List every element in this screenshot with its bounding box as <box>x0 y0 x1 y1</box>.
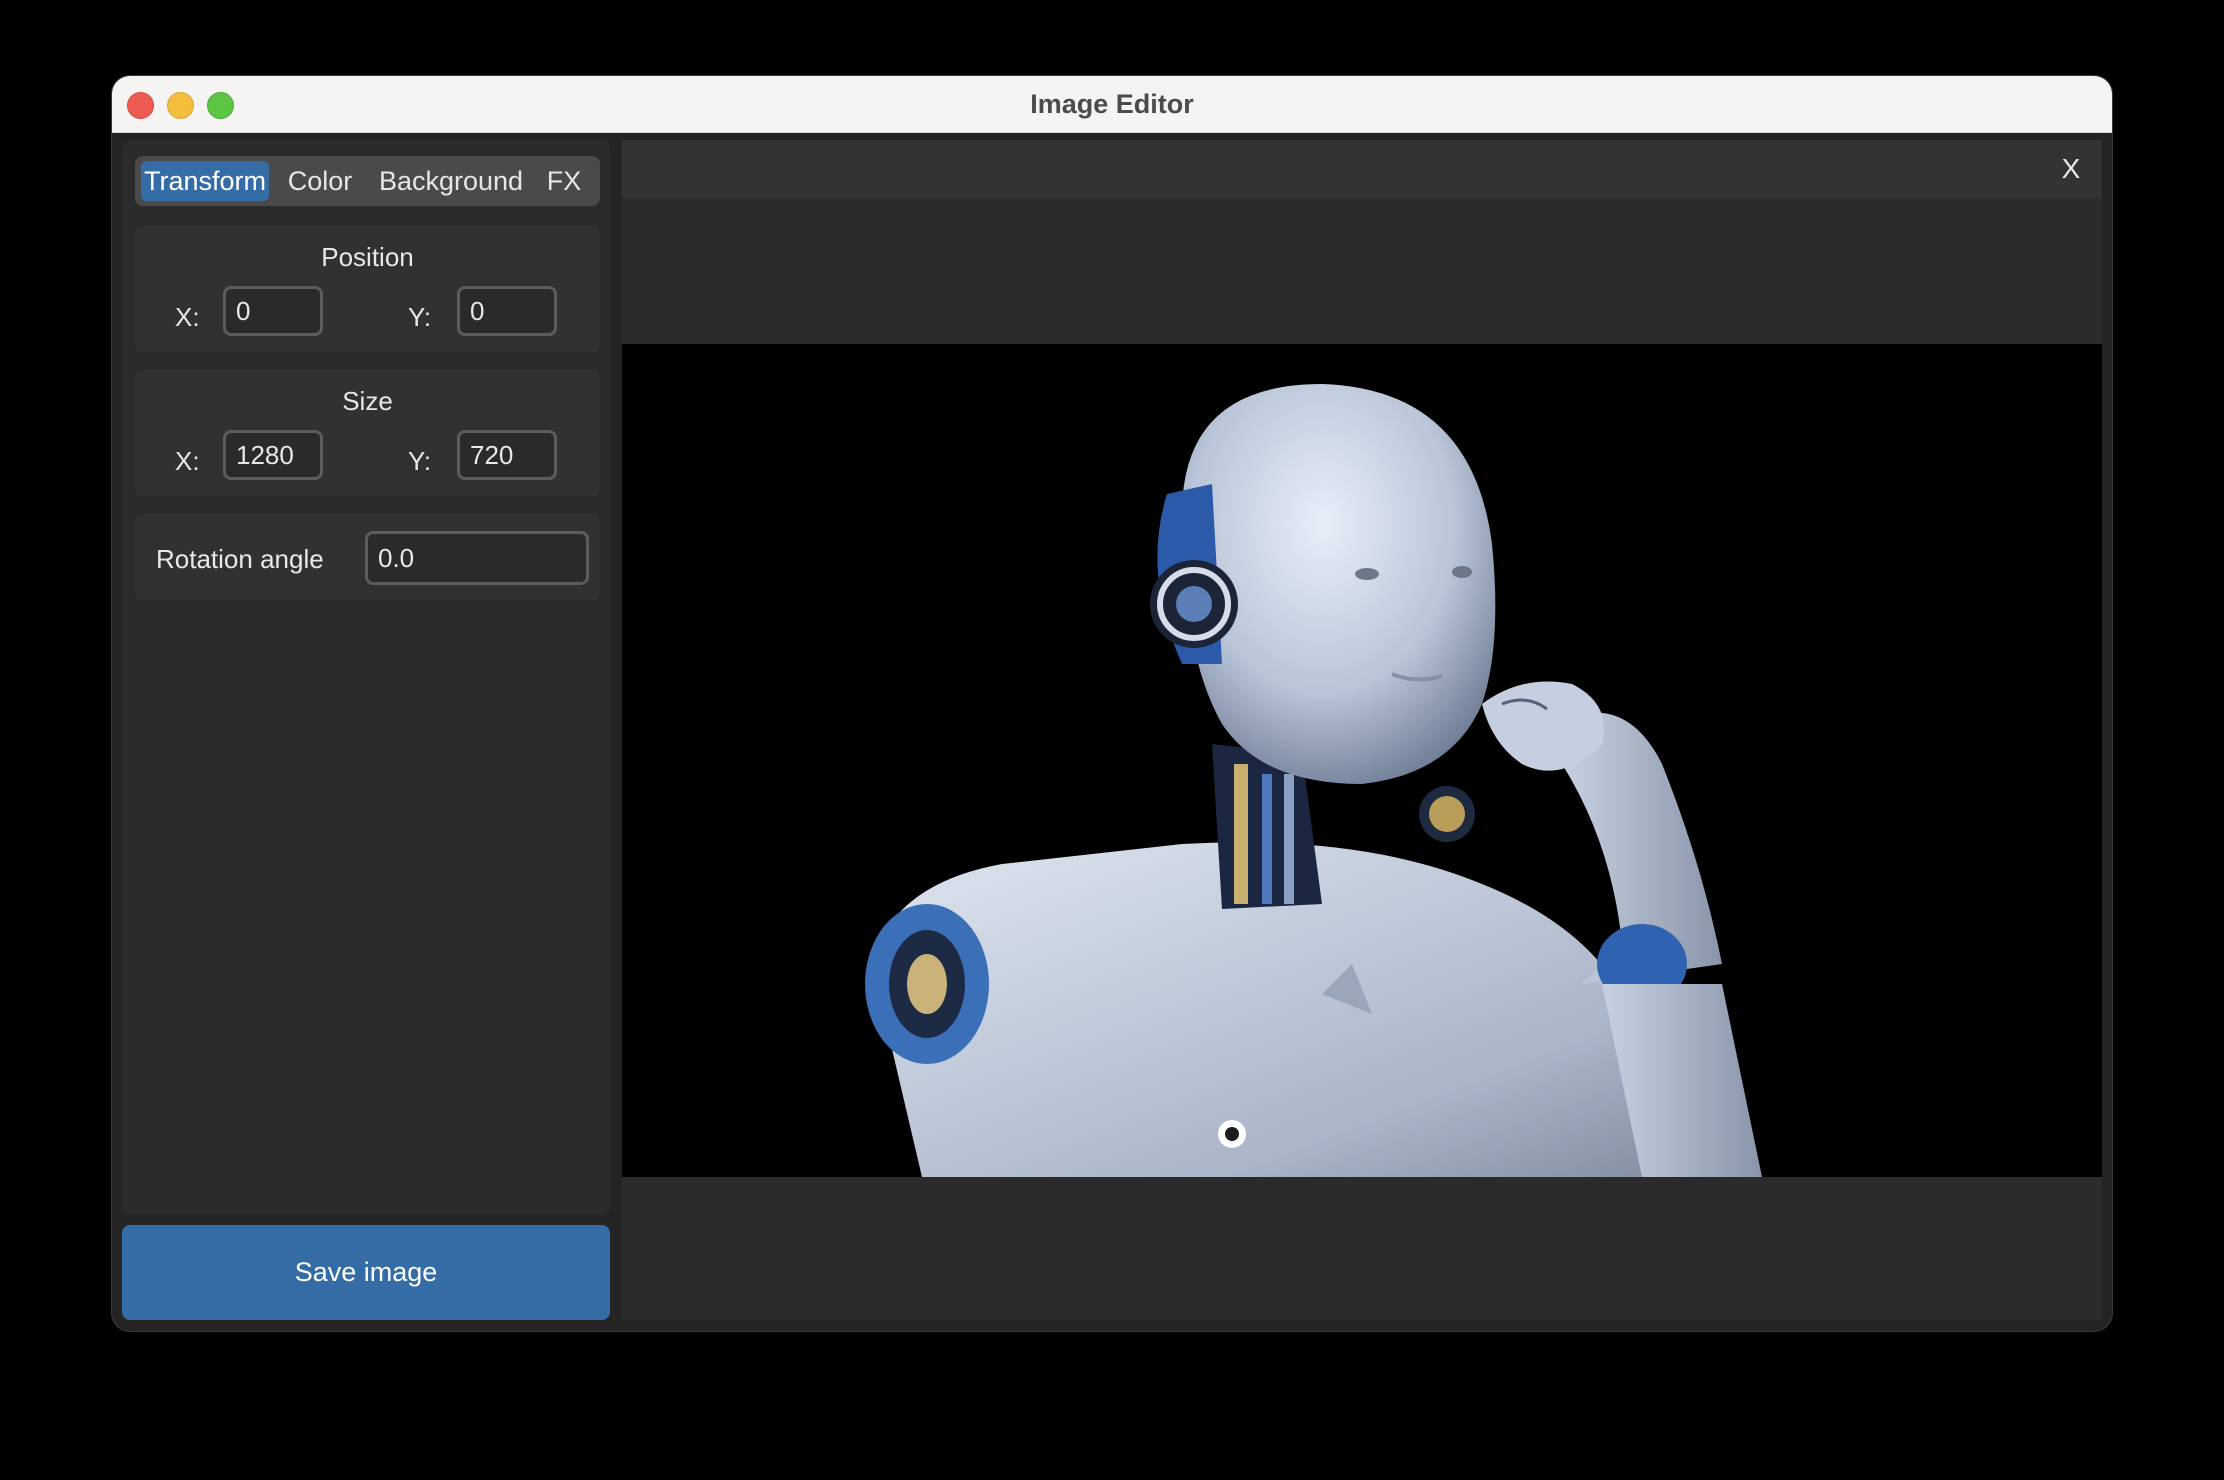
position-group: Position X: Y: <box>135 226 600 352</box>
size-title: Size <box>342 386 393 416</box>
position-title: Position <box>321 242 414 272</box>
preview-toolbar: X <box>622 140 2102 198</box>
window-title: Image Editor <box>1030 89 1194 119</box>
rotation-group: Rotation angle <box>135 514 600 600</box>
size-y-label: Y: <box>408 446 432 476</box>
close-preview-button[interactable]: X <box>2056 150 2086 188</box>
position-x-field[interactable] <box>223 286 323 336</box>
title-bar: Image Editor <box>112 76 2112 133</box>
position-y-field[interactable] <box>457 286 557 336</box>
image-editor-window: Image Editor Transform Color Background … <box>112 76 2112 1331</box>
settings-panel: Transform Color Background FX Position X… <box>122 140 610 1215</box>
rotation-angle-field[interactable] <box>365 531 589 585</box>
size-group: Size X: Y: <box>135 370 600 496</box>
tab-fx[interactable]: FX <box>537 161 591 201</box>
rotation-label: Rotation angle <box>156 544 324 574</box>
save-image-button[interactable]: Save image <box>122 1225 610 1320</box>
position-x-label: X: <box>175 302 200 332</box>
position-y-label: Y: <box>408 302 432 332</box>
tab-transform[interactable]: Transform <box>141 161 269 201</box>
size-x-field[interactable] <box>223 430 323 480</box>
size-x-label: X: <box>175 446 200 476</box>
tab-bar: Transform Color Background FX <box>135 156 600 206</box>
size-y-field[interactable] <box>457 430 557 480</box>
tab-color[interactable]: Color <box>275 161 365 201</box>
image-canvas[interactable] <box>622 344 2102 1177</box>
robot-image <box>865 384 1762 1177</box>
tab-background[interactable]: Background <box>370 161 532 201</box>
preview-panel: X <box>622 140 2102 1320</box>
